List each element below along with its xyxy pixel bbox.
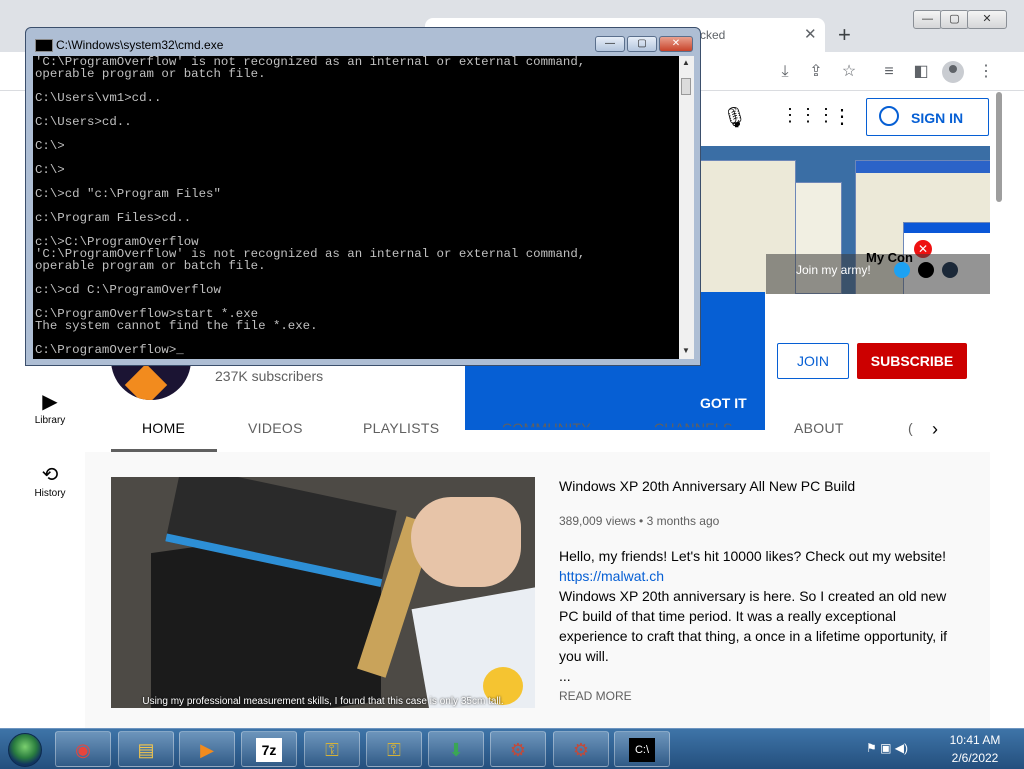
reading-list-icon[interactable]: ≡	[879, 62, 899, 82]
cmd-scrollbar[interactable]: ▲ ▼	[679, 56, 694, 359]
browser-maximize-button[interactable]: ▢	[940, 10, 969, 29]
channel-banner: ✕ Join my army! My Con	[700, 146, 990, 294]
read-more-button[interactable]: READ MORE	[559, 689, 632, 703]
tab-playlists[interactable]: PLAYLISTS	[363, 420, 439, 436]
setup-taskbar-button-2[interactable]: ⚙	[553, 731, 609, 767]
cmd-taskbar-icon: C:\	[629, 738, 655, 762]
media-player-taskbar-button[interactable]: ▶	[179, 731, 235, 767]
setup-taskbar-1-icon: ⚙	[509, 740, 527, 760]
website-link[interactable]: https://malwat.ch	[559, 566, 959, 586]
steam-icon[interactable]	[942, 262, 958, 278]
video-description: Hello, my friends! Let's hit 10000 likes…	[559, 546, 959, 686]
join-button[interactable]: JOIN	[777, 343, 849, 379]
cmd-taskbar-button[interactable]: C:\	[614, 731, 670, 767]
tiktok-icon[interactable]	[918, 262, 934, 278]
sidebar-item-label: Library	[34, 415, 66, 426]
install-icon[interactable]: ⤓	[775, 62, 795, 82]
desc-body: Windows XP 20th anniversary is here. So …	[559, 588, 948, 664]
account-icon	[879, 106, 899, 126]
settings-more-icon[interactable]: ⋮	[832, 104, 852, 129]
keytool-taskbar-button-1[interactable]: ⚿	[304, 731, 360, 767]
clock-time[interactable]: 10:41 AM	[945, 733, 1005, 747]
cmd-window-title: C:\Windows\system32\cmd.exe	[56, 38, 224, 52]
setup-taskbar-button-1[interactable]: ⚙	[490, 731, 546, 767]
desc-ellipsis: ...	[559, 668, 571, 684]
tab-title[interactable]: cked	[700, 28, 725, 42]
windows-orb-icon	[8, 733, 42, 767]
setup-taskbar-2-icon: ⚙	[572, 740, 590, 760]
library-icon: ▶	[42, 391, 58, 413]
scroll-down-icon[interactable]: ▼	[682, 346, 690, 355]
subscribe-button[interactable]: SUBSCRIBE	[857, 343, 967, 379]
keytool-taskbar-button-2[interactable]: ⚿	[366, 731, 422, 767]
cmd-titlebar[interactable]: C:\Windows\system32\cmd.exe — ▢ ✕	[26, 28, 700, 56]
media-player-taskbar-icon: ▶	[200, 740, 214, 760]
browser-close-button[interactable]: ✕	[967, 10, 1007, 29]
explorer-taskbar-icon: ▤	[137, 740, 155, 760]
explorer-taskbar-button[interactable]: ▤	[118, 731, 174, 767]
featured-video-player[interactable]: Using my professional measurement skills…	[111, 477, 535, 708]
page-scrollbar[interactable]	[996, 92, 1002, 202]
sidebar-item-label: History	[34, 488, 66, 499]
clock-date[interactable]: 2/6/2022	[945, 751, 1005, 765]
tab-search[interactable]: (	[908, 420, 913, 436]
installer-taskbar-button[interactable]: ⬇	[428, 731, 484, 767]
sign-in-label: SIGN IN	[911, 110, 964, 126]
subscriber-count: 237K subscribers	[215, 368, 324, 384]
keytool-taskbar-2-icon: ⚿	[387, 740, 401, 760]
video-caption: Using my professional measurement skills…	[142, 696, 504, 707]
share-icon[interactable]: ⇪	[806, 62, 826, 82]
sidebar-item-library[interactable]: ▶ Library	[0, 389, 100, 426]
cmd-app-icon	[35, 39, 53, 52]
new-tab-button[interactable]: +	[838, 22, 851, 48]
got-it-button[interactable]: GOT IT	[700, 395, 747, 411]
browser-minimize-button[interactable]: —	[913, 10, 942, 29]
chrome-taskbar-icon: ◉	[75, 740, 91, 760]
apps-grid-icon[interactable]: ⋮⋮⋮	[781, 105, 835, 126]
cmd-output[interactable]: 'C:\ProgramOverflow' is not recognized a…	[35, 56, 585, 356]
start-button[interactable]	[4, 731, 44, 767]
cmd-console[interactable]: 'C:\ProgramOverflow' is not recognized a…	[33, 56, 694, 359]
profile-avatar[interactable]	[942, 61, 964, 83]
7zip-taskbar-button[interactable]: 7z	[241, 731, 297, 767]
cmd-window[interactable]: C:\Windows\system32\cmd.exe — ▢ ✕ 'C:\Pr…	[25, 27, 701, 366]
voice-search-icon[interactable]: 🎙	[722, 105, 747, 130]
bookmark-star-icon[interactable]: ☆	[839, 62, 859, 82]
chevron-right-icon[interactable]: ›	[932, 419, 938, 440]
side-panel-icon[interactable]: ◧	[911, 62, 931, 82]
video-scene-hand	[411, 497, 521, 587]
video-meta: 389,009 views • 3 months ago	[559, 514, 720, 528]
7zip-taskbar-icon: 7z	[256, 738, 282, 762]
banner-join-text[interactable]: Join my army!	[796, 263, 871, 277]
tab-videos[interactable]: VIDEOS	[248, 420, 303, 436]
history-icon: ⟲	[41, 464, 59, 486]
cmd-minimize-button[interactable]: —	[595, 36, 625, 52]
cmd-scroll-thumb[interactable]	[681, 78, 691, 95]
installer-taskbar-icon: ⬇	[448, 740, 464, 760]
sidebar-item-history[interactable]: ⟲ History	[0, 462, 100, 499]
tab-home[interactable]: HOME	[142, 420, 185, 436]
tab-close-icon[interactable]: ✕	[804, 25, 817, 43]
keytool-taskbar-1-icon: ⚿	[325, 740, 339, 760]
cmd-maximize-button[interactable]: ▢	[627, 36, 657, 52]
scroll-up-icon[interactable]: ▲	[682, 58, 690, 67]
video-title[interactable]: Windows XP 20th Anniversary All New PC B…	[559, 478, 855, 494]
system-tray-icons[interactable]: ⚑ ▣ ◀)	[866, 741, 908, 755]
tab-about[interactable]: ABOUT	[794, 420, 844, 436]
chrome-menu-icon[interactable]: ⋮	[976, 62, 996, 82]
desc-line: Hello, my friends! Let's hit 10000 likes…	[559, 548, 947, 564]
chrome-taskbar-button[interactable]: ◉	[55, 731, 111, 767]
cmd-close-button[interactable]: ✕	[659, 36, 693, 52]
sign-in-button[interactable]: SIGN IN	[866, 98, 989, 136]
banner-mycomputer-label: My Con	[866, 250, 913, 265]
